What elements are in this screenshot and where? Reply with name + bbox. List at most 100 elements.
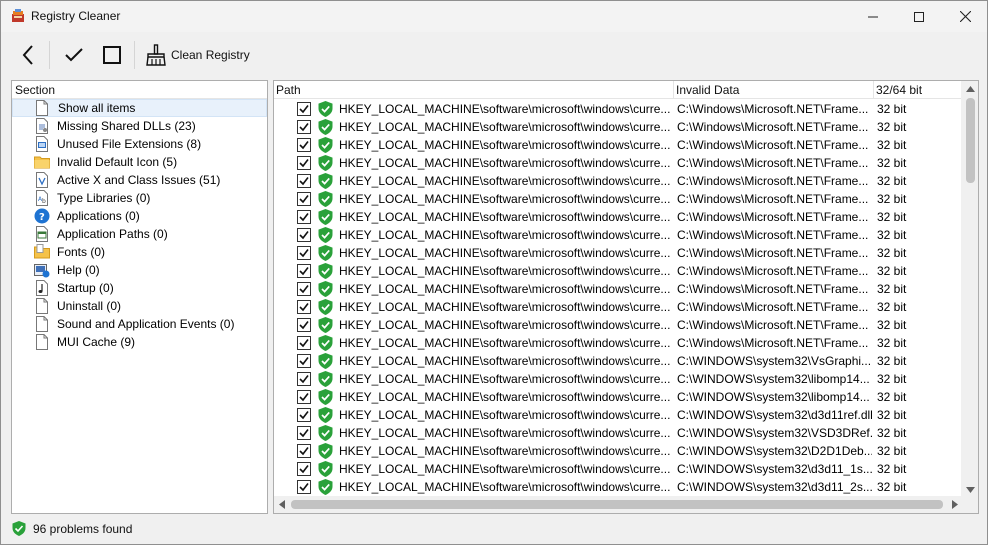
section-item[interactable]: Missing Shared DLLs (23) xyxy=(12,117,267,135)
table-row[interactable]: HKEY_LOCAL_MACHINE\software\microsoft\wi… xyxy=(274,244,962,262)
row-checkbox[interactable] xyxy=(297,336,311,350)
row-checkbox[interactable] xyxy=(297,462,311,476)
invalid-data-cell: C:\WINDOWS\system32\d3d11_1s... xyxy=(677,462,872,476)
table-row[interactable]: HKEY_LOCAL_MACHINE\software\microsoft\wi… xyxy=(274,190,962,208)
scroll-left-icon[interactable] xyxy=(279,500,285,509)
section-item[interactable]: Active X and Class Issues (51) xyxy=(12,171,267,189)
toolbar-separator xyxy=(134,41,135,69)
row-checkbox[interactable] xyxy=(297,372,311,386)
table-row[interactable]: HKEY_LOCAL_MACHINE\software\microsoft\wi… xyxy=(274,226,962,244)
table-row[interactable]: HKEY_LOCAL_MACHINE\software\microsoft\wi… xyxy=(274,262,962,280)
invalid-data-cell: C:\Windows\Microsoft.NET\Frame... xyxy=(677,156,869,170)
table-row[interactable]: HKEY_LOCAL_MACHINE\software\microsoft\wi… xyxy=(274,442,962,460)
section-item[interactable]: Startup (0) xyxy=(12,279,267,297)
registry-cleaner-window: Registry Cleaner Clean Registry Section … xyxy=(0,0,988,545)
checkmark-icon xyxy=(65,48,83,62)
table-row[interactable]: HKEY_LOCAL_MACHINE\software\microsoft\wi… xyxy=(274,370,962,388)
uncheck-all-button[interactable] xyxy=(97,39,127,71)
section-item[interactable]: Invalid Default Icon (5) xyxy=(12,153,267,171)
row-checkbox[interactable] xyxy=(297,192,311,206)
path-cell: HKEY_LOCAL_MACHINE\software\microsoft\wi… xyxy=(339,264,671,278)
section-item[interactable]: Unused File Extensions (8) xyxy=(12,135,267,153)
section-item-label: Help (0) xyxy=(57,263,100,277)
table-row[interactable]: HKEY_LOCAL_MACHINE\software\microsoft\wi… xyxy=(274,460,962,478)
maximize-button[interactable] xyxy=(896,1,942,32)
shield-check-icon xyxy=(318,389,333,405)
row-checkbox[interactable] xyxy=(297,300,311,314)
row-checkbox[interactable] xyxy=(297,138,311,152)
table-row[interactable]: HKEY_LOCAL_MACHINE\software\microsoft\wi… xyxy=(274,298,962,316)
bitness-cell: 32 bit xyxy=(877,174,907,188)
path-cell: HKEY_LOCAL_MACHINE\software\microsoft\wi… xyxy=(339,300,671,314)
row-checkbox[interactable] xyxy=(297,174,311,188)
row-checkbox[interactable] xyxy=(297,156,311,170)
table-row[interactable]: HKEY_LOCAL_MACHINE\software\microsoft\wi… xyxy=(274,154,962,172)
table-row[interactable]: HKEY_LOCAL_MACHINE\software\microsoft\wi… xyxy=(274,352,962,370)
table-row[interactable]: HKEY_LOCAL_MACHINE\software\microsoft\wi… xyxy=(274,316,962,334)
row-checkbox[interactable] xyxy=(297,480,311,494)
check-all-button[interactable] xyxy=(59,39,89,71)
table-row[interactable]: HKEY_LOCAL_MACHINE\software\microsoft\wi… xyxy=(274,280,962,298)
row-checkbox[interactable] xyxy=(297,444,311,458)
horizontal-scrollbar[interactable] xyxy=(274,496,962,513)
blank-page-icon xyxy=(36,298,48,314)
shield-check-icon xyxy=(12,521,26,536)
status-text: 96 problems found xyxy=(33,522,133,536)
vertical-scroll-thumb[interactable] xyxy=(966,98,975,183)
section-item[interactable]: Show all items xyxy=(12,99,267,117)
section-item[interactable]: Fonts (0) xyxy=(12,243,267,261)
row-checkbox[interactable] xyxy=(297,102,311,116)
scroll-down-icon[interactable] xyxy=(966,487,975,493)
back-button[interactable] xyxy=(13,39,43,71)
row-checkbox[interactable] xyxy=(297,426,311,440)
bitness-cell: 32 bit xyxy=(877,264,907,278)
column-header-path[interactable]: Path xyxy=(274,81,674,99)
section-item[interactable]: ? Applications (0) xyxy=(12,207,267,225)
column-header-bitness[interactable]: 32/64 bit xyxy=(874,81,962,99)
path-cell: HKEY_LOCAL_MACHINE\software\microsoft\wi… xyxy=(339,282,671,296)
section-item[interactable]: Ab Type Libraries (0) xyxy=(12,189,267,207)
close-button[interactable] xyxy=(942,1,988,32)
table-row[interactable]: HKEY_LOCAL_MACHINE\software\microsoft\wi… xyxy=(274,208,962,226)
section-column-header[interactable]: Section xyxy=(12,81,267,99)
row-checkbox[interactable] xyxy=(297,408,311,422)
table-row[interactable]: HKEY_LOCAL_MACHINE\software\microsoft\wi… xyxy=(274,388,962,406)
horizontal-scroll-thumb[interactable] xyxy=(291,500,943,509)
section-item[interactable]: MUI Cache (9) xyxy=(12,333,267,351)
clean-registry-button[interactable]: Clean Registry xyxy=(145,39,253,71)
row-checkbox[interactable] xyxy=(297,120,311,134)
bitness-cell: 32 bit xyxy=(877,246,907,260)
invalid-data-cell: C:\Windows\Microsoft.NET\Frame... xyxy=(677,120,869,134)
type-library-icon: Ab xyxy=(36,190,48,206)
table-row[interactable]: HKEY_LOCAL_MACHINE\software\microsoft\wi… xyxy=(274,334,962,352)
row-checkbox[interactable] xyxy=(297,390,311,404)
row-checkbox[interactable] xyxy=(297,228,311,242)
section-item[interactable]: Sound and Application Events (0) xyxy=(12,315,267,333)
table-row[interactable]: HKEY_LOCAL_MACHINE\software\microsoft\wi… xyxy=(274,424,962,442)
table-row[interactable]: HKEY_LOCAL_MACHINE\software\microsoft\wi… xyxy=(274,118,962,136)
table-row[interactable]: HKEY_LOCAL_MACHINE\software\microsoft\wi… xyxy=(274,136,962,154)
bitness-cell: 32 bit xyxy=(877,102,907,116)
scroll-up-icon[interactable] xyxy=(966,86,975,92)
svg-text:b: b xyxy=(42,198,46,205)
minimize-button[interactable] xyxy=(850,1,896,32)
column-header-invalid-data[interactable]: Invalid Data xyxy=(674,81,874,99)
activex-icon xyxy=(36,172,48,188)
table-row[interactable]: HKEY_LOCAL_MACHINE\software\microsoft\wi… xyxy=(274,100,962,118)
section-item[interactable]: Help (0) xyxy=(12,261,267,279)
row-checkbox[interactable] xyxy=(297,318,311,332)
row-checkbox[interactable] xyxy=(297,264,311,278)
scroll-right-icon[interactable] xyxy=(952,500,958,509)
vertical-scrollbar[interactable] xyxy=(961,81,978,497)
row-checkbox[interactable] xyxy=(297,282,311,296)
table-row[interactable]: HKEY_LOCAL_MACHINE\software\microsoft\wi… xyxy=(274,478,962,496)
table-row[interactable]: HKEY_LOCAL_MACHINE\software\microsoft\wi… xyxy=(274,406,962,424)
path-cell: HKEY_LOCAL_MACHINE\software\microsoft\wi… xyxy=(339,336,671,350)
table-row[interactable]: HKEY_LOCAL_MACHINE\software\microsoft\wi… xyxy=(274,172,962,190)
section-item[interactable]: Application Paths (0) xyxy=(12,225,267,243)
broom-icon xyxy=(146,44,166,66)
section-item[interactable]: Uninstall (0) xyxy=(12,297,267,315)
row-checkbox[interactable] xyxy=(297,210,311,224)
row-checkbox[interactable] xyxy=(297,246,311,260)
row-checkbox[interactable] xyxy=(297,354,311,368)
